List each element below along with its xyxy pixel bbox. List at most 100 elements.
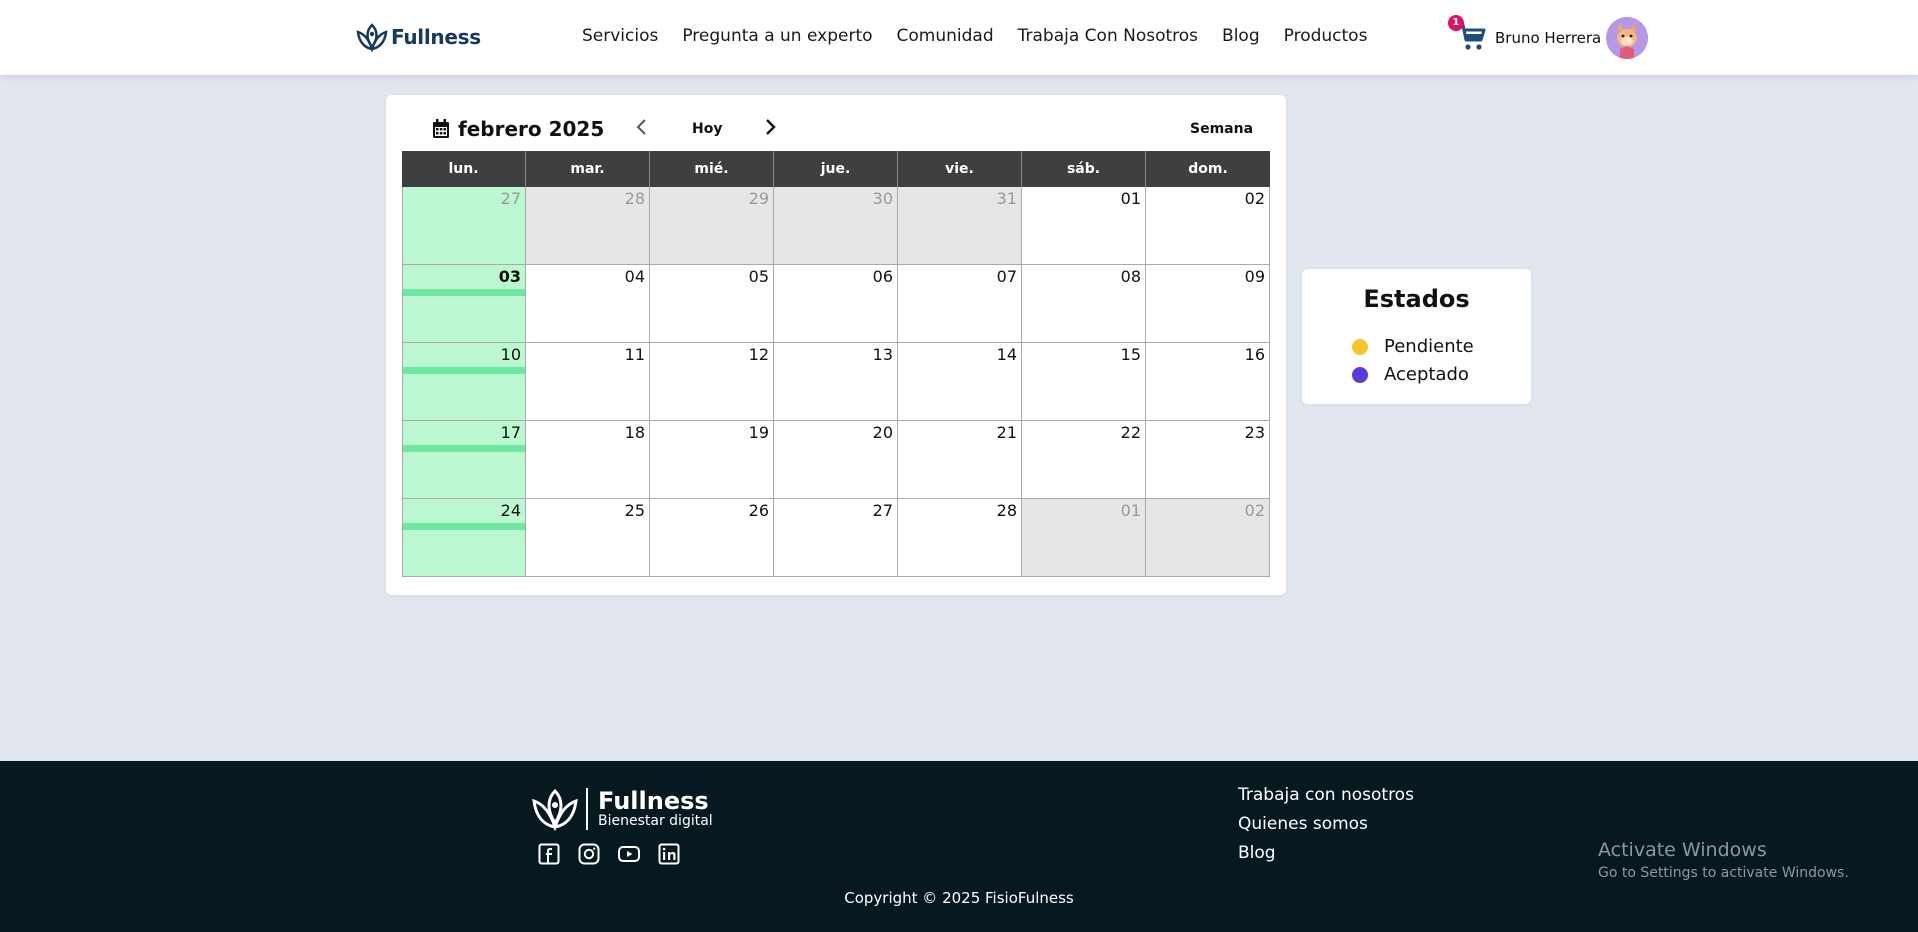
day-number: 20 bbox=[872, 423, 893, 442]
day-number: 01 bbox=[1120, 189, 1141, 208]
calendar-day-cell[interactable]: 29 bbox=[650, 187, 774, 265]
nav-trabaja-con-nosotros[interactable]: Trabaja Con Nosotros bbox=[1018, 26, 1198, 46]
cart-count-badge: 1 bbox=[1448, 15, 1464, 31]
linkedin-icon[interactable] bbox=[658, 843, 680, 865]
calendar-day-cell[interactable]: 20 bbox=[774, 421, 898, 499]
windows-activation-watermark: Activate Windows Go to Settings to activ… bbox=[1598, 839, 1849, 881]
avatar[interactable] bbox=[1606, 17, 1648, 59]
watermark-subtitle: Go to Settings to activate Windows. bbox=[1598, 865, 1849, 881]
day-number: 16 bbox=[1244, 345, 1265, 364]
nav-comunidad[interactable]: Comunidad bbox=[897, 26, 994, 46]
calendar-day-cell[interactable]: 28 bbox=[526, 187, 650, 265]
calendar-day-cell[interactable]: 01 bbox=[1022, 499, 1146, 577]
calendar-day-cell[interactable]: 09 bbox=[1146, 265, 1270, 343]
calendar-day-cell[interactable]: 19 bbox=[650, 421, 774, 499]
today-button[interactable]: Hoy bbox=[692, 121, 722, 137]
calendar-day-cell[interactable]: 11 bbox=[526, 343, 650, 421]
calendar-week-row: 10 11 12 13 14 15 16 bbox=[402, 343, 1270, 421]
footer-logo[interactable]: Fullness Bienestar digital bbox=[530, 787, 713, 831]
user-name[interactable]: Bruno Herrera bbox=[1495, 29, 1601, 47]
day-number: 28 bbox=[996, 501, 1017, 520]
footer-link-trabaja[interactable]: Trabaja con nosotros bbox=[1238, 785, 1414, 805]
calendar-day-cell[interactable]: 23 bbox=[1146, 421, 1270, 499]
cat-avatar-icon bbox=[1606, 17, 1648, 59]
footer-link-quienes-somos[interactable]: Quienes somos bbox=[1238, 814, 1414, 834]
calendar-day-cell[interactable]: 10 bbox=[402, 343, 526, 421]
calendar-day-cell[interactable]: 03 bbox=[402, 265, 526, 343]
calendar-day-cell[interactable]: 22 bbox=[1022, 421, 1146, 499]
day-number: 07 bbox=[996, 267, 1017, 286]
weekday-header: dom. bbox=[1146, 151, 1270, 187]
chevron-right-icon[interactable] bbox=[760, 117, 780, 137]
chevron-left-icon[interactable] bbox=[632, 117, 652, 137]
nav-productos[interactable]: Productos bbox=[1284, 26, 1368, 46]
calendar-day-cell[interactable]: 15 bbox=[1022, 343, 1146, 421]
calendar-day-cell[interactable]: 07 bbox=[898, 265, 1022, 343]
instagram-icon[interactable] bbox=[578, 843, 600, 865]
calendar-day-cell[interactable]: 24 bbox=[402, 499, 526, 577]
legend-label: Pendiente bbox=[1384, 336, 1474, 357]
footer-links: Trabaja con nosotros Quienes somos Blog bbox=[1238, 785, 1414, 863]
calendar-day-cell[interactable]: 28 bbox=[898, 499, 1022, 577]
day-number: 01 bbox=[1120, 501, 1141, 520]
calendar-day-cell[interactable]: 06 bbox=[774, 265, 898, 343]
calendar-day-cell[interactable]: 16 bbox=[1146, 343, 1270, 421]
day-number: 27 bbox=[872, 501, 893, 520]
day-number: 04 bbox=[624, 267, 645, 286]
lotus-logo-icon bbox=[532, 788, 578, 831]
calendar-day-cell[interactable]: 02 bbox=[1146, 499, 1270, 577]
nav-blog[interactable]: Blog bbox=[1222, 26, 1260, 46]
day-number: 09 bbox=[1244, 267, 1265, 286]
calendar-day-cell[interactable]: 08 bbox=[1022, 265, 1146, 343]
day-number: 22 bbox=[1120, 423, 1141, 442]
calendar-day-cell[interactable]: 14 bbox=[898, 343, 1022, 421]
calendar-day-cell[interactable]: 13 bbox=[774, 343, 898, 421]
calendar-day-cell[interactable]: 05 bbox=[650, 265, 774, 343]
calendar-week-row: 27 28 29 30 31 01 02 bbox=[402, 187, 1270, 265]
calendar-day-cell[interactable]: 27 bbox=[402, 187, 526, 265]
calendar-day-cell[interactable]: 27 bbox=[774, 499, 898, 577]
day-number: 13 bbox=[872, 345, 893, 364]
calendar-day-cell[interactable]: 18 bbox=[526, 421, 650, 499]
calendar-month-title: febrero 2025 bbox=[458, 117, 605, 141]
footer-link-blog[interactable]: Blog bbox=[1238, 843, 1414, 863]
weekday-header: jue. bbox=[774, 151, 898, 187]
weekday-header: vie. bbox=[898, 151, 1022, 187]
nav-servicios[interactable]: Servicios bbox=[582, 26, 658, 46]
day-number: 03 bbox=[498, 267, 521, 286]
availability-event-bar[interactable] bbox=[403, 367, 525, 374]
calendar-card: febrero 2025 Hoy Semana lun. mar. mié. j… bbox=[386, 95, 1286, 595]
nav-pregunta-experto[interactable]: Pregunta a un experto bbox=[682, 26, 872, 46]
calendar-day-cell[interactable]: 30 bbox=[774, 187, 898, 265]
facebook-icon[interactable] bbox=[538, 843, 560, 865]
calendar-day-cell[interactable]: 01 bbox=[1022, 187, 1146, 265]
weekday-header: sáb. bbox=[1022, 151, 1146, 187]
availability-event-bar[interactable] bbox=[403, 445, 525, 452]
day-number: 29 bbox=[748, 189, 769, 208]
week-view-button[interactable]: Semana bbox=[1190, 121, 1253, 137]
calendar-day-cell[interactable]: 31 bbox=[898, 187, 1022, 265]
day-number: 27 bbox=[500, 189, 521, 208]
day-number: 02 bbox=[1244, 501, 1265, 520]
status-legend-title: Estados bbox=[1363, 285, 1470, 313]
availability-event-bar[interactable] bbox=[403, 289, 525, 296]
weekday-header-row: lun. mar. mié. jue. vie. sáb. dom. bbox=[402, 151, 1270, 187]
calendar-day-cell[interactable]: 12 bbox=[650, 343, 774, 421]
brand-logo[interactable]: Fullness bbox=[355, 20, 481, 54]
calendar-weeks: 27 28 29 30 31 01 02 03 04 05 06 07 08 09 10 11 12 13 14 15… bbox=[402, 187, 1270, 577]
availability-event-bar[interactable] bbox=[403, 523, 525, 530]
day-number: 23 bbox=[1244, 423, 1265, 442]
calendar-day-cell[interactable]: 26 bbox=[650, 499, 774, 577]
day-number: 25 bbox=[624, 501, 645, 520]
youtube-icon[interactable] bbox=[618, 843, 640, 865]
calendar-day-cell[interactable]: 21 bbox=[898, 421, 1022, 499]
main-nav: Servicios Pregunta a un experto Comunida… bbox=[582, 26, 1391, 46]
calendar-grid: lun. mar. mié. jue. vie. sáb. dom. 27 28 2… bbox=[402, 151, 1270, 577]
calendar-day-cell[interactable]: 02 bbox=[1146, 187, 1270, 265]
calendar-day-cell[interactable]: 17 bbox=[402, 421, 526, 499]
day-number: 19 bbox=[748, 423, 769, 442]
calendar-header: febrero 2025 bbox=[432, 117, 604, 141]
footer: Fullness Bienestar digital Trabaja con n… bbox=[0, 761, 1918, 932]
calendar-day-cell[interactable]: 04 bbox=[526, 265, 650, 343]
calendar-day-cell[interactable]: 25 bbox=[526, 499, 650, 577]
